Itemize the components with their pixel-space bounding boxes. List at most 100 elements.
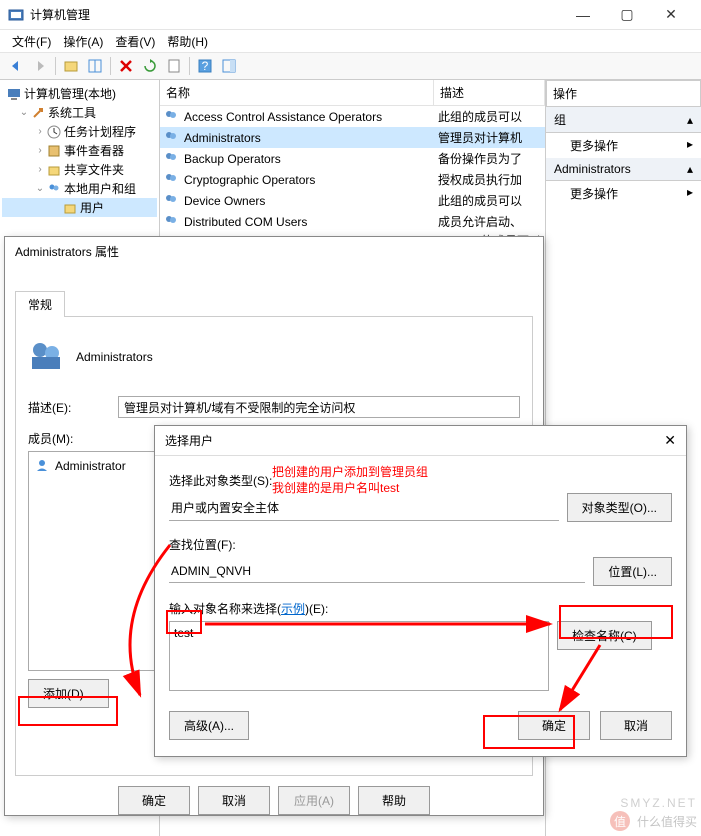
- user-icon: [35, 458, 51, 474]
- actions-more[interactable]: 更多操作 ▸: [546, 133, 701, 158]
- up-button[interactable]: [60, 55, 82, 77]
- enter-names-label: 输入对象名称来选择(示例)(E):: [169, 600, 672, 617]
- tree-label: 事件查看器: [64, 142, 124, 159]
- help-button[interactable]: 帮助: [358, 786, 430, 815]
- dialog-title: Administrators 属性: [15, 243, 119, 260]
- description-field: 描述(E):: [28, 396, 520, 418]
- dialog-title-bar: 选择用户 ✕: [155, 426, 686, 456]
- chevron-right-icon: ▸: [687, 137, 693, 151]
- tree-users[interactable]: 用户: [2, 198, 157, 217]
- object-type-value: 用户或内置安全主体: [169, 495, 559, 521]
- title-bar: 计算机管理 — ▢ ✕: [0, 0, 701, 30]
- add-button[interactable]: 添加(D)...: [28, 679, 109, 708]
- section-label: Administrators: [554, 162, 631, 176]
- locations-button[interactable]: 位置(L)...: [593, 557, 672, 586]
- help-button[interactable]: ?: [194, 55, 216, 77]
- chevron-up-icon: ▴: [687, 113, 693, 127]
- delete-button[interactable]: [115, 55, 137, 77]
- event-icon: [46, 143, 62, 159]
- menu-help[interactable]: 帮助(H): [161, 31, 214, 52]
- col-name[interactable]: 名称: [160, 80, 434, 105]
- actions-more2[interactable]: 更多操作 ▸: [546, 181, 701, 206]
- list-row[interactable]: Administrators 管理员对计算机: [160, 127, 545, 148]
- props-panel-button[interactable]: [84, 55, 106, 77]
- tree-label: 任务计划程序: [64, 123, 136, 140]
- list-row[interactable]: Backup Operators备份操作员为了: [160, 148, 545, 169]
- ok-button[interactable]: 确定: [118, 786, 190, 815]
- menu-action[interactable]: 操作(A): [57, 31, 109, 52]
- minimize-button[interactable]: —: [561, 0, 605, 30]
- back-button[interactable]: [5, 55, 27, 77]
- group-name: Administrators: [184, 131, 261, 145]
- list-body: Access Control Assistance Operators此组的成员…: [160, 106, 545, 232]
- dialog-footer: 高级(A)... 确定 取消: [155, 701, 686, 750]
- expand-icon[interactable]: ›: [34, 145, 46, 156]
- cancel-button[interactable]: 取消: [600, 711, 672, 740]
- tree-label: 系统工具: [48, 104, 96, 121]
- member-name: Administrator: [55, 459, 126, 473]
- group-desc: 成员允许启动、: [438, 213, 541, 230]
- group-name: Cryptographic Operators: [184, 173, 315, 187]
- export-button[interactable]: [163, 55, 185, 77]
- tree-task-scheduler[interactable]: › 任务计划程序: [2, 122, 157, 141]
- window-title: 计算机管理: [30, 6, 561, 23]
- toolbar: ?: [0, 52, 701, 80]
- col-desc[interactable]: 描述: [434, 80, 545, 105]
- separator: [189, 57, 190, 75]
- list-row[interactable]: Device Owners 此组的成员可以: [160, 190, 545, 211]
- expand-icon[interactable]: ›: [34, 164, 46, 175]
- tree-label: 本地用户和组: [64, 180, 136, 197]
- list-row[interactable]: Distributed COM Users 成员允许启动、: [160, 211, 545, 232]
- group-name: Distributed COM Users: [184, 215, 307, 229]
- tree-local-users[interactable]: ⌄ 本地用户和组: [2, 179, 157, 198]
- separator: [110, 57, 111, 75]
- tree-root[interactable]: 计算机管理(本地): [2, 84, 157, 103]
- svg-text:?: ?: [202, 59, 209, 73]
- collapse-icon[interactable]: ⌄: [34, 183, 46, 194]
- actions-admins-section[interactable]: Administrators ▴: [546, 158, 701, 181]
- advanced-button[interactable]: 高级(A)...: [169, 711, 249, 740]
- tree-label: 共享文件夹: [64, 161, 124, 178]
- group-desc: 授权成员执行加: [438, 171, 541, 188]
- computer-icon: [6, 86, 22, 102]
- object-types-button[interactable]: 对象类型(O)...: [567, 493, 672, 522]
- tree-shared-folders[interactable]: › 共享文件夹: [2, 160, 157, 179]
- collapse-icon[interactable]: ⌄: [18, 107, 30, 118]
- close-button[interactable]: ✕: [664, 432, 676, 449]
- maximize-button[interactable]: ▢: [605, 0, 649, 30]
- group-name: Device Owners: [184, 194, 265, 208]
- examples-link[interactable]: 示例: [281, 602, 305, 616]
- group-desc: 管理员对计算机: [438, 129, 541, 146]
- forward-button[interactable]: [29, 55, 51, 77]
- check-names-button[interactable]: 检查名称(C): [557, 621, 652, 650]
- tree-system-tools[interactable]: ⌄ 系统工具: [2, 103, 157, 122]
- close-button[interactable]: ✕: [649, 0, 693, 30]
- ok-button[interactable]: 确定: [518, 711, 590, 740]
- menu-file[interactable]: 文件(F): [6, 31, 57, 52]
- description-input[interactable]: [118, 396, 520, 418]
- refresh-button[interactable]: [139, 55, 161, 77]
- tools-icon: [30, 105, 46, 121]
- dialog-title-bar: Administrators 属性: [5, 237, 543, 266]
- expand-icon[interactable]: ›: [34, 126, 46, 137]
- group-icon: [164, 109, 180, 125]
- group-desc: 此组的成员可以: [438, 192, 541, 209]
- list-row[interactable]: Access Control Assistance Operators此组的成员…: [160, 106, 545, 127]
- description-label: 描述(E):: [28, 399, 118, 416]
- cancel-button[interactable]: 取消: [198, 786, 270, 815]
- menu-view[interactable]: 查看(V): [109, 31, 161, 52]
- tree-event-viewer[interactable]: › 事件查看器: [2, 141, 157, 160]
- action-pane-button[interactable]: [218, 55, 240, 77]
- list-row[interactable]: Cryptographic Operators 授权成员执行加: [160, 169, 545, 190]
- object-names-input[interactable]: [169, 621, 549, 691]
- group-icon: [164, 151, 180, 167]
- apply-button[interactable]: 应用(A): [278, 786, 350, 815]
- menu-bar: 文件(F) 操作(A) 查看(V) 帮助(H): [0, 30, 701, 52]
- group-desc: 备份操作员为了: [438, 150, 541, 167]
- app-icon: [8, 7, 24, 23]
- tab-general[interactable]: 常规: [15, 291, 65, 317]
- group-icon: [28, 337, 64, 376]
- folder-icon: [62, 200, 78, 216]
- tree-label: 计算机管理(本地): [24, 85, 116, 102]
- actions-group-section[interactable]: 组 ▴: [546, 107, 701, 133]
